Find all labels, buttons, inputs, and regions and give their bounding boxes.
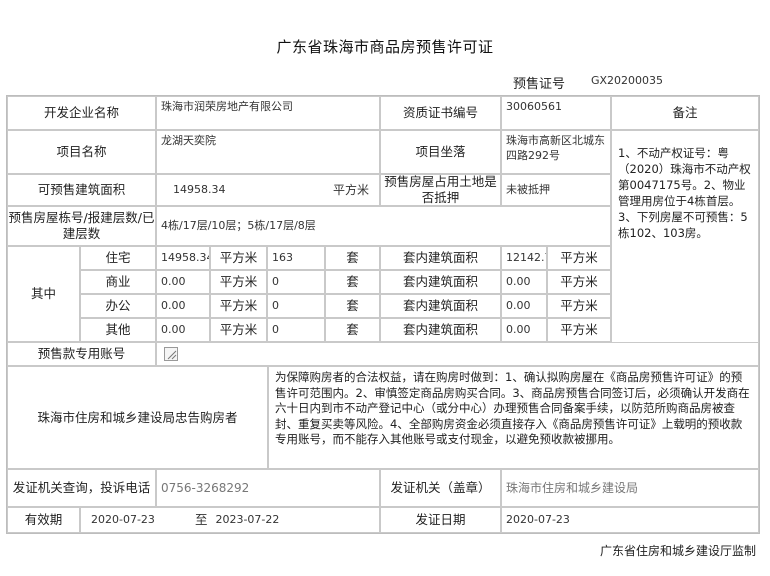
area-commercial: 0.00 bbox=[156, 270, 210, 294]
validity-label: 有效期 bbox=[7, 507, 80, 533]
issue-date-label: 发证日期 bbox=[380, 507, 501, 533]
inner-residential: 12142.7i bbox=[501, 246, 547, 270]
validity-range: 2020-07-23 至 2023-07-22 bbox=[80, 507, 380, 533]
area-value-cell: 14958.34 平方米 bbox=[156, 174, 380, 206]
unit-set-office: 套 bbox=[325, 294, 380, 318]
project-location-label: 项目坐落 bbox=[380, 130, 501, 174]
inner-label-commercial: 套内建筑面积 bbox=[380, 270, 501, 294]
cert-value: 30060561 bbox=[501, 96, 611, 130]
remarks-label: 备注 bbox=[611, 96, 759, 130]
buildings-label: 预售房屋栋号/报建层数/已建层数 bbox=[7, 206, 156, 246]
inner-unit-residential: 平方米 bbox=[547, 246, 611, 270]
validity-to: 至 bbox=[194, 511, 208, 527]
count-commercial: 0 bbox=[267, 270, 325, 294]
notice-text: 为保障购房者的合法权益，请在购房时做到：1、确认拟购房屋在《商品房预售许可证》的… bbox=[268, 366, 759, 469]
developer-value: 珠海市润荣房地产有限公司 bbox=[156, 96, 380, 130]
area-residential: 14958.34 bbox=[156, 246, 210, 270]
inner-commercial: 0.00 bbox=[501, 270, 547, 294]
inner-other: 0.00 bbox=[501, 318, 547, 342]
issuer-value: 珠海市住房和城乡建设局 bbox=[501, 469, 759, 507]
count-residential: 163 bbox=[267, 246, 325, 270]
account-label: 预售款专用账号 bbox=[7, 342, 156, 366]
project-name-value: 龙湖天奕院 bbox=[156, 130, 380, 174]
remarks-text: 1、不动产权证号：粤（2020）珠海市不动产权第0047175号。2、物业管理用… bbox=[611, 130, 759, 346]
area-other: 0.00 bbox=[156, 318, 210, 342]
unit-area-residential: 平方米 bbox=[210, 246, 267, 270]
issuer-label: 发证机关（盖章） bbox=[380, 469, 501, 507]
inner-label-office: 套内建筑面积 bbox=[380, 294, 501, 318]
mortgage-label: 预售房屋占用土地是否抵押 bbox=[380, 174, 501, 206]
notice-label: 珠海市住房和城乡建设局忠告购房者 bbox=[7, 366, 268, 469]
contact-label: 发证机关查询，投诉电话 bbox=[7, 469, 156, 507]
issue-date-value: 2020-07-23 bbox=[501, 507, 759, 533]
unit-set-commercial: 套 bbox=[325, 270, 380, 294]
unit-set-residential: 套 bbox=[325, 246, 380, 270]
inner-unit-other: 平方米 bbox=[547, 318, 611, 342]
footer-supervisor: 广东省住房和城乡建设厅监制 bbox=[599, 544, 756, 558]
area-value: 14958.34 bbox=[173, 182, 226, 196]
document-title: 广东省珠海市商品房预售许可证 bbox=[276, 38, 494, 56]
buildings-value: 4栋/17层/10层；5栋/17层/8层 bbox=[156, 206, 611, 246]
inner-unit-commercial: 平方米 bbox=[547, 270, 611, 294]
count-office: 0 bbox=[267, 294, 325, 318]
validity-end: 2023-07-22 bbox=[215, 512, 280, 526]
developer-label: 开发企业名称 bbox=[7, 96, 156, 130]
type-residential: 住宅 bbox=[80, 246, 156, 270]
inner-unit-office: 平方米 bbox=[547, 294, 611, 318]
inner-label-other: 套内建筑面积 bbox=[380, 318, 501, 342]
unit-area-office: 平方米 bbox=[210, 294, 267, 318]
unit-area-commercial: 平方米 bbox=[210, 270, 267, 294]
project-location-value: 珠海市高新区北城东四路292号 bbox=[501, 130, 611, 174]
area-label: 可预售建筑面积 bbox=[7, 174, 156, 206]
permit-number-label: 预售证号 bbox=[513, 77, 566, 92]
inner-office: 0.00 bbox=[501, 294, 547, 318]
unit-area-other: 平方米 bbox=[210, 318, 267, 342]
count-other: 0 bbox=[267, 318, 325, 342]
inner-label-residential: 套内建筑面积 bbox=[380, 246, 501, 270]
type-other: 其他 bbox=[80, 318, 156, 342]
unit-set-other: 套 bbox=[325, 318, 380, 342]
contact-phone: 0756-3268292 bbox=[156, 469, 380, 507]
breakdown-label: 其中 bbox=[7, 246, 80, 342]
area-office: 0.00 bbox=[156, 294, 210, 318]
area-unit: 平方米 bbox=[332, 182, 369, 197]
resize-handle-icon bbox=[164, 347, 178, 361]
permit-number-value: GX20200035 bbox=[591, 74, 664, 87]
permit-table: 开发企业名称 珠海市润荣房地产有限公司 资质证书编号 30060561 备注 1… bbox=[6, 95, 760, 534]
project-name-label: 项目名称 bbox=[7, 130, 156, 174]
account-value-cell[interactable] bbox=[156, 342, 759, 366]
mortgage-value: 未被抵押 bbox=[501, 174, 611, 206]
validity-start: 2020-07-23 bbox=[91, 512, 155, 526]
cert-label: 资质证书编号 bbox=[380, 96, 501, 130]
type-office: 办公 bbox=[80, 294, 156, 318]
type-commercial: 商业 bbox=[80, 270, 156, 294]
